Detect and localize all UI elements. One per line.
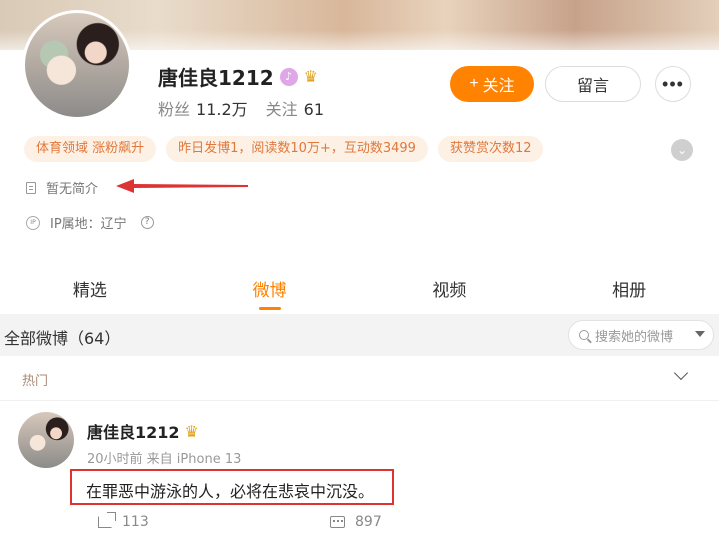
fans-count: 11.2万	[196, 100, 248, 119]
follow-button[interactable]: + 关注	[450, 66, 534, 102]
fans-stat[interactable]: 粉丝 11.2万	[158, 96, 248, 120]
profile-stats: 粉丝 11.2万 关注 61	[158, 96, 324, 120]
profile-tag[interactable]: 体育领域 涨粉飙升	[24, 136, 157, 162]
follow-label: 关注	[265, 100, 298, 119]
post-text-highlight: 在罪恶中游泳的人，必将在悲哀中沉没。	[70, 469, 394, 505]
comment-icon	[330, 516, 345, 528]
feed-search[interactable]: 搜索她的微博	[568, 320, 714, 350]
ip-icon: IP	[26, 215, 40, 230]
profile-tabs: 精选 微博 视频 相册	[0, 270, 719, 314]
post-author-name[interactable]: 唐佳良1212	[87, 419, 180, 443]
tab-album[interactable]: 相册	[539, 270, 719, 314]
weibo-profile-page: 唐佳良1212 ♪ ♛ 粉丝 11.2万 关注 61 + 关注 留言 ••• 体育领域…	[0, 0, 719, 548]
more-options-button[interactable]: •••	[655, 66, 691, 102]
search-placeholder: 搜索她的微博	[595, 329, 674, 345]
search-icon	[579, 330, 589, 340]
fans-label: 粉丝	[158, 100, 191, 119]
question-icon[interactable]: ?	[140, 216, 154, 229]
post-text: 在罪恶中游泳的人，必将在悲哀中沉没。	[86, 482, 375, 501]
follow-button-label: 关注	[482, 78, 515, 95]
bio-row: 暂无简介	[26, 178, 98, 197]
plus-icon: +	[469, 75, 479, 92]
bio-text: 暂无简介	[46, 182, 99, 197]
document-icon	[26, 181, 36, 194]
tab-weibo[interactable]: 微博	[180, 270, 360, 314]
post-author-avatar[interactable]	[18, 412, 74, 468]
profile-username: 唐佳良1212	[158, 66, 274, 90]
comment-count: 897	[355, 514, 382, 530]
profile-avatar[interactable]	[22, 10, 132, 120]
ip-location: IP属地：辽宁	[50, 217, 127, 232]
follow-count: 61	[303, 100, 325, 119]
chevron-down-icon[interactable]	[673, 365, 689, 381]
profile-tag[interactable]: 获赞赏次数12	[437, 136, 544, 162]
tab-video[interactable]: 视频	[360, 270, 540, 314]
comment-action[interactable]: 897	[330, 514, 382, 530]
expand-tags-icon[interactable]: ⌄	[671, 139, 693, 161]
hot-section-header[interactable]: 热门	[0, 356, 719, 401]
tab-featured[interactable]: 精选	[0, 270, 180, 314]
dropdown-caret-icon[interactable]	[695, 331, 705, 337]
repost-icon	[98, 516, 112, 528]
crown-icon: ♛	[184, 421, 199, 441]
follow-stat[interactable]: 关注 61	[266, 96, 324, 120]
repost-count: 113	[122, 514, 149, 530]
feed-header: 全部微博（64） 搜索她的微博	[0, 314, 719, 356]
feed-title: 全部微博（64）	[4, 329, 121, 348]
purple-verified-icon: ♪	[279, 67, 298, 86]
post-meta: 20小时前 来自 iPhone 13	[87, 452, 242, 467]
crown-icon: ♛	[303, 67, 319, 86]
profile-tag[interactable]: 昨日发博1，阅读数10万+，互动数3499	[166, 136, 428, 162]
hot-label: 热门	[22, 374, 49, 389]
annotation-arrow	[116, 179, 248, 193]
message-button[interactable]: 留言	[545, 66, 641, 102]
profile-name-row: 唐佳良1212 ♪ ♛	[158, 62, 318, 91]
ip-row: IP IP属地：辽宁 ?	[26, 213, 154, 232]
profile-tags: 体育领域 涨粉飙升 昨日发博1，阅读数10万+，互动数3499 获赞赏次数12	[24, 136, 544, 162]
post-author-row: 唐佳良1212 ♛	[87, 419, 199, 443]
repost-action[interactable]: 113	[98, 514, 149, 530]
